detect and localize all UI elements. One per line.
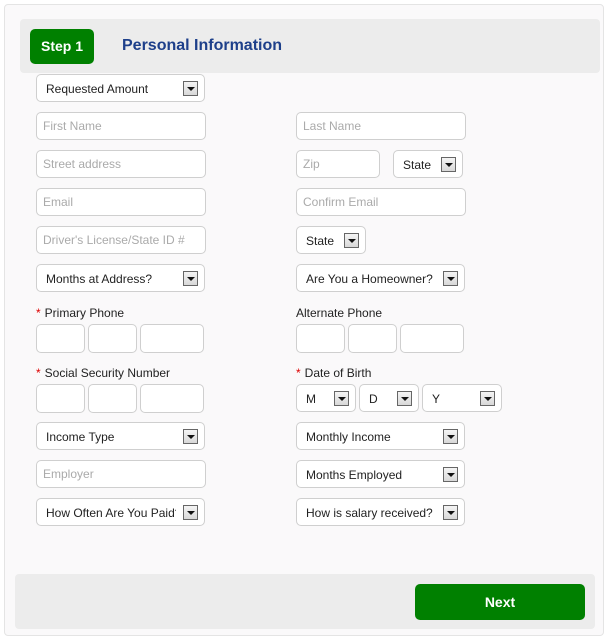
first-name-input[interactable] (37, 113, 205, 139)
first-name-field[interactable] (36, 112, 206, 140)
homeowner-select[interactable]: Are You a Homeowner? (296, 264, 465, 292)
label-text: Date of Birth (304, 366, 372, 380)
ssn-part3-field[interactable] (140, 384, 204, 413)
confirm-email-input[interactable] (297, 189, 465, 215)
select-value: Requested Amount (46, 82, 149, 96)
months-at-address-select[interactable]: Months at Address? (36, 264, 205, 292)
label-text: Primary Phone (44, 306, 125, 320)
label-text: Social Security Number (44, 366, 171, 380)
alternate-phone-prefix-input[interactable] (349, 325, 396, 352)
chevron-down-icon (397, 391, 412, 406)
required-marker: * (296, 366, 301, 380)
dob-month-select[interactable]: M (296, 384, 356, 412)
email-input[interactable] (37, 189, 205, 215)
select-value: State (306, 234, 335, 248)
chevron-down-icon (443, 505, 458, 520)
select-value: Income Type (46, 430, 115, 444)
chevron-down-icon (441, 157, 456, 172)
last-name-input[interactable] (297, 113, 465, 139)
chevron-down-icon (183, 505, 198, 520)
required-marker: * (36, 306, 41, 320)
last-name-field[interactable] (296, 112, 466, 140)
alternate-phone-line-field[interactable] (400, 324, 464, 353)
license-input[interactable] (37, 227, 205, 253)
required-marker: * (36, 366, 41, 380)
chevron-down-icon (183, 429, 198, 444)
chevron-down-icon (344, 233, 359, 248)
primary-phone-area-field[interactable] (36, 324, 85, 353)
select-value: Are You a Homeowner? (306, 272, 433, 286)
street-address-input[interactable] (37, 151, 205, 177)
dob-year-select[interactable]: Y (422, 384, 502, 412)
salary-received-select[interactable]: How is salary received? (296, 498, 465, 526)
alternate-phone-area-input[interactable] (297, 325, 344, 352)
select-value: Months Employed (306, 468, 403, 482)
select-value: State (403, 158, 432, 172)
email-field[interactable] (36, 188, 206, 216)
select-value: How is salary received? (306, 506, 433, 520)
chevron-down-icon (334, 391, 349, 406)
monthly-income-select[interactable]: Monthly Income (296, 422, 465, 450)
select-value: D (369, 392, 378, 406)
requested-amount-select[interactable]: Requested Amount (36, 74, 205, 102)
ssn-part2-input[interactable] (89, 385, 136, 412)
ssn-label: * Social Security Number (36, 366, 170, 380)
address-state-select[interactable]: State (393, 150, 463, 178)
select-value: M (306, 392, 316, 406)
license-state-select[interactable]: State (296, 226, 366, 254)
primary-phone-label: * Primary Phone (36, 306, 124, 320)
employer-input[interactable] (37, 461, 205, 487)
street-address-field[interactable] (36, 150, 206, 178)
next-button[interactable]: Next (415, 584, 585, 620)
income-type-select[interactable]: Income Type (36, 422, 205, 450)
employer-field[interactable] (36, 460, 206, 488)
select-value: Monthly Income (306, 430, 391, 444)
section-title: Personal Information (122, 37, 283, 54)
ssn-part2-field[interactable] (88, 384, 137, 413)
primary-phone-area-input[interactable] (37, 325, 84, 352)
chevron-down-icon (443, 271, 458, 286)
primary-phone-prefix-input[interactable] (89, 325, 136, 352)
license-field[interactable] (36, 226, 206, 254)
primary-phone-prefix-field[interactable] (88, 324, 137, 353)
alternate-phone-label: Alternate Phone (296, 306, 383, 320)
chevron-down-icon (443, 467, 458, 482)
primary-phone-line-input[interactable] (141, 325, 203, 352)
chevron-down-icon (183, 271, 198, 286)
months-employed-select[interactable]: Months Employed (296, 460, 465, 488)
confirm-email-field[interactable] (296, 188, 466, 216)
ssn-part1-input[interactable] (37, 385, 84, 412)
alternate-phone-area-field[interactable] (296, 324, 345, 353)
dob-day-select[interactable]: D (359, 384, 419, 412)
ssn-part1-field[interactable] (36, 384, 85, 413)
chevron-down-icon (480, 391, 495, 406)
select-value: Y (432, 392, 441, 406)
primary-phone-line-field[interactable] (140, 324, 204, 353)
zip-field[interactable] (296, 150, 380, 178)
select-value: Months at Address? (46, 272, 153, 286)
alternate-phone-prefix-field[interactable] (348, 324, 397, 353)
form-footer: Next (15, 574, 595, 629)
select-value: How Often Are You Paid? (46, 506, 176, 520)
step-badge: Step 1 (30, 29, 94, 64)
chevron-down-icon (183, 81, 198, 96)
ssn-part3-input[interactable] (141, 385, 203, 412)
step-header: Step 1 Personal Information (20, 19, 600, 73)
chevron-down-icon (443, 429, 458, 444)
zip-input[interactable] (297, 151, 379, 177)
alternate-phone-line-input[interactable] (401, 325, 463, 352)
dob-label: * Date of Birth (296, 366, 371, 380)
pay-frequency-select[interactable]: How Often Are You Paid? (36, 498, 205, 526)
